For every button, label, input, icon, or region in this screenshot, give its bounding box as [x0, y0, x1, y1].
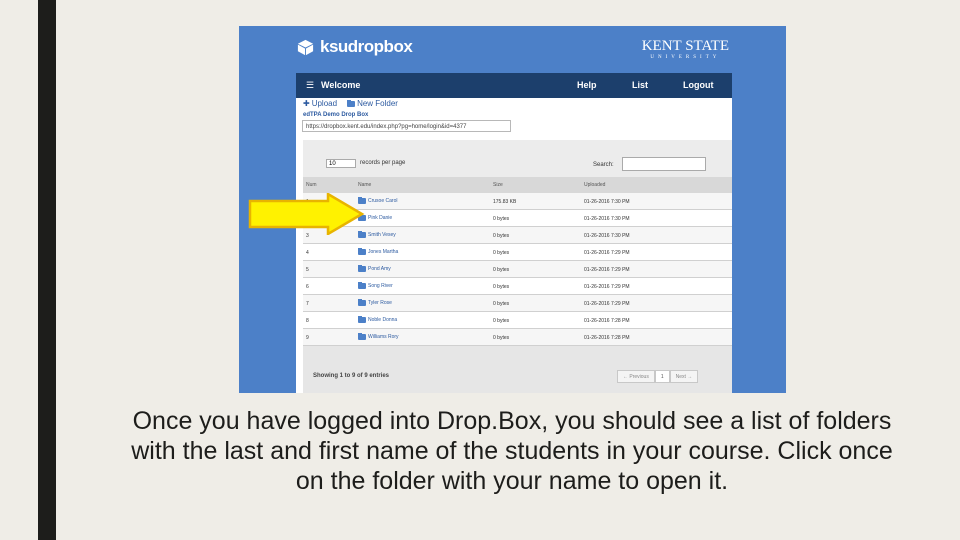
folder-name: Tyler Rose	[368, 300, 392, 306]
row-size: 0 bytes	[493, 335, 510, 341]
table-row[interactable]: 1 Crusoe Carol 175.83 KB 01-26-2016 7:30…	[303, 193, 732, 210]
folder-name: Williams Rory	[368, 334, 399, 340]
search-label: Search:	[593, 162, 614, 168]
row-size: 0 bytes	[493, 267, 510, 273]
nav-logout[interactable]: Logout	[683, 80, 714, 90]
university-wordmark: UNIVERSITY	[650, 55, 721, 60]
ksudropbox-logo: ksudropbox	[296, 37, 413, 57]
row-uploaded: 01-26-2016 7:29 PM	[584, 250, 630, 256]
row-num: 4	[306, 250, 309, 256]
table-row[interactable]: 6 Song River 0 bytes 01-26-2016 7:29 PM	[303, 278, 732, 295]
folder-icon	[358, 248, 366, 255]
left-accent-bar	[38, 0, 56, 540]
yellow-pointer-arrow-icon	[248, 193, 365, 235]
row-size: 175.83 KB	[493, 199, 517, 205]
column-size[interactable]: Size	[493, 182, 503, 188]
folder-name: Pond Amy	[368, 266, 391, 272]
folder-name: Song River	[368, 283, 393, 289]
folder-icon	[358, 265, 366, 272]
table-row[interactable]: 7 Tyler Rose 0 bytes 01-26-2016 7:29 PM	[303, 295, 732, 312]
row-uploaded: 01-26-2016 7:30 PM	[584, 233, 630, 239]
upload-button[interactable]: ✚ Upload	[303, 99, 337, 108]
row-num: 5	[306, 267, 309, 273]
table-controls: 10 records per page Search:	[303, 140, 732, 177]
entries-count: Showing 1 to 9 of 9 entries	[313, 373, 390, 379]
records-per-page-label: records per page	[360, 160, 406, 166]
row-uploaded: 01-26-2016 7:30 PM	[584, 216, 630, 222]
folder-icon	[347, 99, 356, 107]
table-row[interactable]: 4 Jones Martha 0 bytes 01-26-2016 7:29 P…	[303, 244, 732, 261]
table-row[interactable]: 8 Noble Donna 0 bytes 01-26-2016 7:28 PM	[303, 312, 732, 329]
row-uploaded: 01-26-2016 7:30 PM	[584, 199, 630, 205]
kent-state-wordmark: KENT STATE	[641, 38, 729, 54]
home-icon[interactable]: ☰	[306, 80, 314, 91]
table-footer: Showing 1 to 9 of 9 entries ← Previous 1…	[303, 363, 732, 393]
row-num: 9	[306, 335, 309, 341]
column-uploaded[interactable]: Uploaded	[584, 182, 605, 188]
new-folder-label: New Folder	[357, 99, 398, 108]
row-uploaded: 01-26-2016 7:28 PM	[584, 335, 630, 341]
next-page-button[interactable]: Next →	[669, 370, 699, 383]
folder-link[interactable]: Jones Martha	[358, 248, 399, 255]
previous-page-button[interactable]: ← Previous	[617, 370, 655, 383]
row-size: 0 bytes	[493, 284, 510, 290]
kent-state-logo: KENT STATE UNIVERSITY	[642, 39, 729, 61]
row-size: 0 bytes	[493, 318, 510, 324]
pagination: ← Previous 1 Next →	[617, 370, 699, 383]
row-uploaded: 01-26-2016 7:29 PM	[584, 267, 630, 273]
top-navbar: ☰ Welcome Help List Logout	[296, 73, 732, 98]
folder-link[interactable]: Tyler Rose	[358, 299, 392, 306]
column-num[interactable]: Num	[306, 182, 317, 188]
logo-text: ksudropbox	[320, 37, 413, 56]
dropbox-box-icon	[297, 39, 314, 55]
table-row[interactable]: 3 Smith Vesey 0 bytes 01-26-2016 7:30 PM	[303, 227, 732, 244]
folder-link[interactable]: Noble Donna	[358, 316, 398, 323]
table-row[interactable]: 9 Williams Rory 0 bytes 01-26-2016 7:28 …	[303, 329, 732, 346]
folder-name: Jones Martha	[368, 249, 399, 255]
nav-help[interactable]: Help	[577, 80, 597, 90]
folder-link[interactable]: Williams Rory	[358, 333, 399, 340]
main-panel: ✚ Upload New Folder edTPA Demo Drop Box …	[296, 98, 732, 393]
folder-link[interactable]: Song River	[358, 282, 393, 289]
upload-label: Upload	[311, 99, 338, 108]
folder-name: Smith Vesey	[368, 232, 396, 238]
table-row[interactable]: 2 Pink Danie 0 bytes 01-26-2016 7:30 PM	[303, 210, 732, 227]
folder-list: 1 Crusoe Carol 175.83 KB 01-26-2016 7:30…	[303, 193, 732, 346]
row-num: 7	[306, 301, 309, 307]
records-per-page-select[interactable]: 10	[326, 159, 356, 168]
current-page-button[interactable]: 1	[654, 370, 670, 383]
row-uploaded: 01-26-2016 7:29 PM	[584, 284, 630, 290]
folder-link[interactable]: Pond Amy	[358, 265, 391, 272]
table-header: Num Name Size Uploaded	[303, 177, 732, 193]
row-size: 0 bytes	[493, 216, 510, 222]
table-row[interactable]: 5 Pond Amy 0 bytes 01-26-2016 7:29 PM	[303, 261, 732, 278]
row-size: 0 bytes	[493, 250, 510, 256]
row-size: 0 bytes	[493, 301, 510, 307]
new-folder-button[interactable]: New Folder	[347, 99, 398, 108]
upload-icon: ✚	[303, 99, 310, 108]
column-name[interactable]: Name	[358, 182, 371, 188]
row-num: 8	[306, 318, 309, 324]
nav-welcome[interactable]: Welcome	[321, 80, 360, 90]
dropbox-url-field[interactable]: https://dropbox.kent.edu/index.php?pg=ho…	[302, 120, 511, 132]
dropbox-title: edTPA Demo Drop Box	[303, 112, 369, 118]
folder-name: Noble Donna	[368, 317, 398, 323]
row-uploaded: 01-26-2016 7:28 PM	[584, 318, 630, 324]
instruction-caption: Once you have logged into Drop.Box, you …	[131, 407, 893, 495]
toolbar: ✚ Upload New Folder	[303, 99, 398, 108]
folder-icon	[358, 333, 366, 340]
row-size: 0 bytes	[493, 233, 510, 239]
search-input[interactable]	[622, 157, 706, 171]
folder-name: Crusoe Carol	[368, 198, 398, 204]
row-uploaded: 01-26-2016 7:29 PM	[584, 301, 630, 307]
folder-icon	[358, 316, 366, 323]
row-num: 6	[306, 284, 309, 290]
folder-name: Pink Danie	[368, 215, 393, 221]
nav-list[interactable]: List	[632, 80, 648, 90]
folder-icon	[358, 282, 366, 289]
folder-icon	[358, 299, 366, 306]
